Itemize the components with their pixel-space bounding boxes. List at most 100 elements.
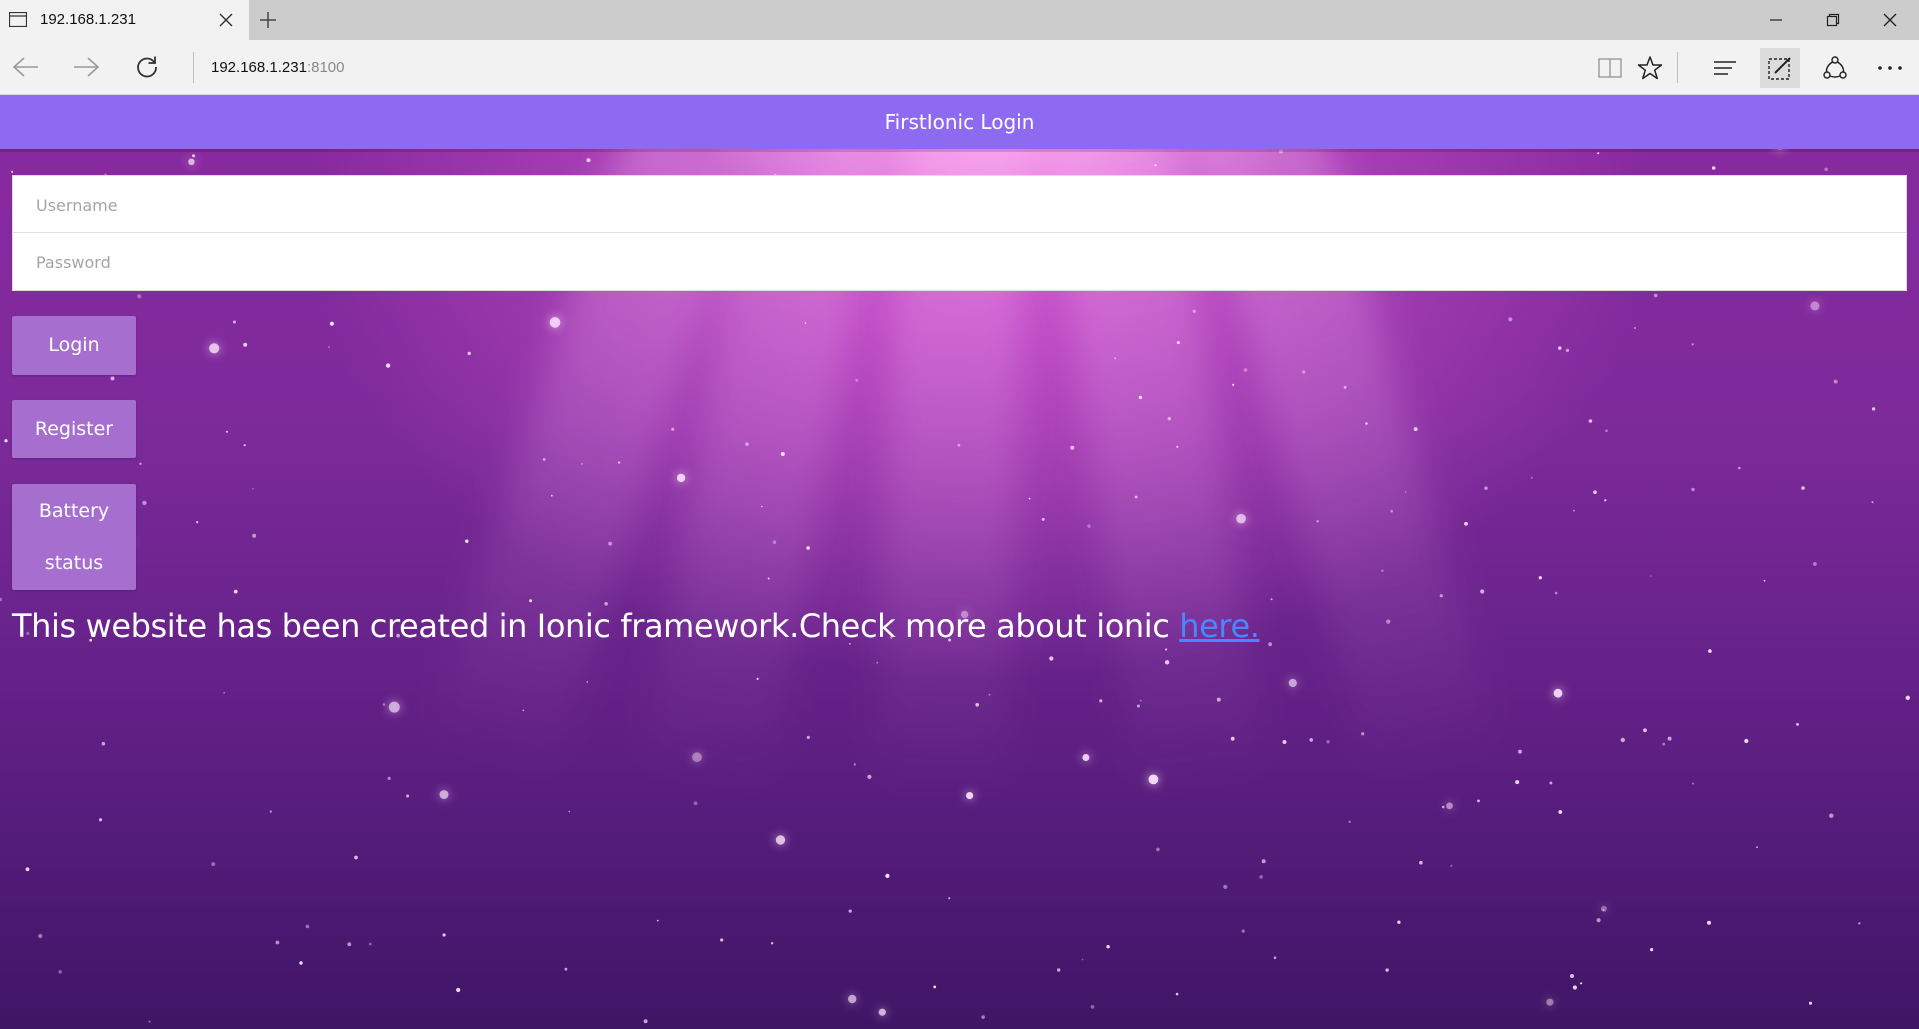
register-button[interactable]: Register xyxy=(12,400,136,458)
star-dot xyxy=(1381,569,1384,573)
star-dot xyxy=(1593,490,1597,495)
password-input[interactable] xyxy=(34,233,1888,292)
star-dot xyxy=(1871,501,1874,504)
close-icon[interactable] xyxy=(218,12,234,28)
reading-view-button[interactable] xyxy=(1590,48,1630,88)
star-dot xyxy=(671,427,675,431)
star-dot xyxy=(1167,416,1172,421)
star-dot xyxy=(867,774,872,780)
address-bar[interactable]: 192.168.1.231:8100 xyxy=(211,40,344,95)
username-input[interactable] xyxy=(34,176,1888,235)
star-dot xyxy=(4,439,8,443)
navigation-bar: 192.168.1.231:8100 xyxy=(0,40,1919,95)
star-dot xyxy=(522,709,525,712)
star-dot xyxy=(1662,742,1666,746)
star-dot xyxy=(328,346,331,348)
star-dot xyxy=(981,1015,985,1019)
share-button[interactable] xyxy=(1815,48,1855,88)
ionic-link[interactable]: here. xyxy=(1179,607,1260,645)
star-dot xyxy=(1905,695,1911,700)
refresh-button[interactable] xyxy=(130,50,164,84)
star-dot xyxy=(1156,847,1160,852)
star-dot xyxy=(1667,736,1672,741)
web-note-button[interactable] xyxy=(1760,48,1800,88)
star-dot xyxy=(1348,820,1351,823)
star-dot xyxy=(1070,445,1075,450)
star-dot xyxy=(1154,164,1157,167)
info-text-body: This website has been created in Ionic f… xyxy=(12,607,1180,645)
star-dot xyxy=(1302,370,1306,374)
star-dot xyxy=(1082,754,1090,761)
star-dot xyxy=(1597,152,1600,155)
star-dot xyxy=(1361,732,1365,736)
login-form xyxy=(12,175,1907,292)
tab-title: 192.168.1.231 xyxy=(40,11,136,28)
star-dot xyxy=(1580,982,1583,985)
star-dot xyxy=(1633,327,1636,329)
star-dot xyxy=(855,379,858,382)
star-dot xyxy=(1175,992,1179,996)
star-dot xyxy=(1028,497,1031,500)
star-dot xyxy=(1165,648,1168,651)
star-dot xyxy=(110,376,115,381)
forward-button[interactable] xyxy=(69,50,103,84)
star-dot xyxy=(232,320,236,324)
star-dot xyxy=(1268,642,1272,647)
star-dot xyxy=(1041,517,1045,521)
star-dot xyxy=(948,897,951,900)
page-viewport: FirstIonic Login Login Register Battery … xyxy=(0,95,1919,1029)
star-dot xyxy=(1261,859,1266,864)
browser-tab[interactable]: 192.168.1.231 xyxy=(0,0,249,40)
star-dot xyxy=(368,942,372,946)
star-dot xyxy=(772,540,777,544)
star-dot xyxy=(1744,738,1749,744)
star-dot xyxy=(1087,524,1091,528)
plus-icon[interactable] xyxy=(258,10,278,30)
star-dot xyxy=(988,693,991,696)
star-dot xyxy=(1538,576,1542,580)
star-dot xyxy=(1288,678,1297,688)
star-dot xyxy=(1707,920,1711,925)
star-dot xyxy=(767,577,770,580)
star-dot xyxy=(720,938,724,942)
star-dot xyxy=(1176,445,1179,448)
star-dot xyxy=(1386,619,1391,624)
favorite-button[interactable] xyxy=(1630,48,1670,88)
star-dot xyxy=(148,1020,151,1023)
star-dot xyxy=(243,342,248,347)
star-dot xyxy=(223,691,226,694)
forward-arrow-icon xyxy=(74,57,100,77)
star-dot xyxy=(1808,1001,1813,1005)
address-divider xyxy=(193,52,194,83)
back-button[interactable] xyxy=(9,50,43,84)
star-dot xyxy=(388,701,400,713)
star-dot xyxy=(1596,918,1601,923)
window-close-button[interactable] xyxy=(1862,0,1918,40)
star-dot xyxy=(756,677,759,681)
star-dot xyxy=(806,735,810,740)
star-dot xyxy=(192,154,195,158)
star-dot xyxy=(1230,736,1235,741)
star-dot xyxy=(387,776,391,781)
star-dot xyxy=(1558,346,1562,350)
star-dot xyxy=(442,933,446,937)
restore-button[interactable] xyxy=(1805,0,1861,40)
battery-status-button[interactable]: Battery status xyxy=(12,484,136,590)
star-dot xyxy=(1477,799,1480,803)
star-dot xyxy=(1243,368,1248,372)
login-button[interactable]: Login xyxy=(12,316,136,375)
star-dot xyxy=(586,158,591,163)
star-dot xyxy=(1605,429,1608,433)
star-dot xyxy=(853,763,856,766)
more-button[interactable] xyxy=(1870,48,1910,88)
star-dot xyxy=(586,681,589,683)
star-dot xyxy=(617,461,621,464)
hub-button[interactable] xyxy=(1705,48,1745,88)
star-dot xyxy=(676,473,686,483)
minimize-button[interactable] xyxy=(1748,0,1804,40)
window-close-icon xyxy=(1883,13,1897,27)
star-dot xyxy=(1241,929,1245,933)
star-dot xyxy=(878,1008,886,1016)
star-dot xyxy=(196,521,199,524)
star-dot xyxy=(1650,948,1654,952)
